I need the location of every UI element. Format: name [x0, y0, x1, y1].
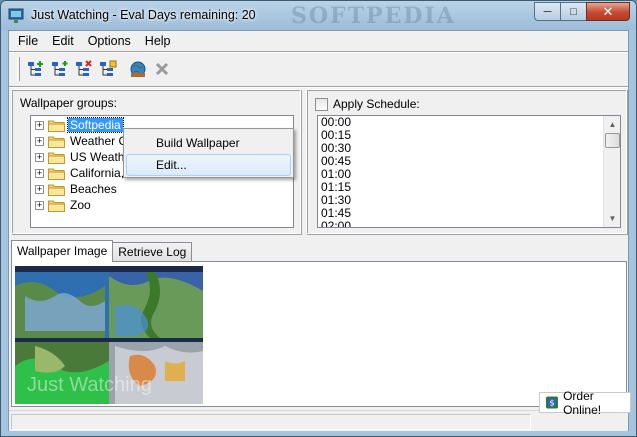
svg-text:$: $ [549, 398, 554, 408]
tree-item-beaches[interactable]: + Beaches [31, 181, 119, 197]
wallpaper-preview-image: Just Watching [15, 266, 203, 404]
retrieve-button[interactable] [126, 58, 149, 81]
tree-item-weather[interactable]: + Weather C [31, 133, 129, 149]
tree-item-label: Weather C [70, 134, 128, 148]
folder-icon [48, 168, 65, 180]
status-text [11, 414, 531, 430]
maximize-icon: □ [570, 5, 577, 18]
tab-wallpaper-image[interactable]: Wallpaper Image [11, 240, 114, 262]
menu-options[interactable]: Options [81, 31, 138, 51]
list-item[interactable]: 01:45 [318, 207, 620, 220]
folder-icon [48, 136, 65, 148]
tree-add-child-icon [51, 61, 67, 76]
list-item[interactable]: 00:45 [318, 155, 620, 168]
menu-help[interactable]: Help [138, 31, 178, 51]
toolbar [13, 53, 174, 85]
list-item[interactable]: 00:00 [318, 116, 620, 129]
tree-item-label: Zoo [70, 198, 91, 212]
tree-properties-icon [99, 60, 116, 76]
folder-icon [48, 120, 65, 132]
title-bar[interactable]: Just Watching - Eval Days remaining: 20 … [1, 1, 636, 30]
order-online-label: Order Online! [563, 388, 602, 417]
tree-add-icon [27, 61, 43, 76]
expand-plus-icon[interactable]: + [35, 136, 44, 146]
list-item[interactable]: 00:30 [318, 142, 620, 155]
apply-schedule-checkbox[interactable] [315, 97, 328, 111]
list-item[interactable]: 00:15 [318, 129, 620, 142]
properties-button[interactable] [96, 58, 119, 81]
menu-file[interactable]: File [11, 31, 45, 51]
minimize-icon: ─ [543, 5, 552, 18]
svg-text:Just Watching: Just Watching [27, 374, 152, 396]
order-online-button[interactable]: $ Order Online! [539, 389, 631, 417]
tree-item-zoo[interactable]: + Zoo [31, 197, 93, 213]
wallpaper-groups-label: Wallpaper groups: [20, 96, 117, 110]
list-item[interactable]: 01:15 [318, 181, 620, 194]
schedule-time-list[interactable]: 00:00 00:15 00:30 00:45 01:00 01:15 01:3… [317, 115, 621, 228]
weather-maps-collage: Just Watching [15, 266, 203, 404]
close-button[interactable]: ✕ [586, 2, 630, 21]
expand-plus-icon[interactable]: + [35, 200, 44, 210]
scroll-up-icon[interactable]: ▲ [604, 116, 620, 133]
apply-schedule-control[interactable]: Apply Schedule: [315, 97, 420, 111]
context-menu: Build Wallpaper Edit... [123, 128, 294, 178]
tab-strip: Wallpaper Image Retrieve Log [11, 240, 193, 262]
app-window: Just Watching - Eval Days remaining: 20 … [0, 0, 637, 437]
app-icon [8, 8, 24, 23]
maximize-button[interactable]: □ [560, 2, 586, 21]
close-icon: ✕ [602, 3, 614, 19]
tree-item-california[interactable]: + California, [31, 165, 126, 181]
tree-item-label: California, [70, 166, 125, 180]
add-item-button[interactable] [48, 58, 71, 81]
stop-x-icon [155, 62, 168, 76]
apply-schedule-label: Apply Schedule: [333, 97, 420, 111]
list-item[interactable]: 02:00 [318, 220, 620, 228]
dollar-icon: $ [546, 396, 559, 409]
folder-icon [48, 152, 65, 164]
tab-retrieve-log[interactable]: Retrieve Log [112, 242, 193, 262]
delete-item-button[interactable] [72, 58, 95, 81]
folder-icon [48, 200, 65, 212]
folder-icon [48, 184, 65, 196]
toolbar-grip[interactable] [17, 57, 20, 81]
tab-content: Just Watching [11, 261, 627, 407]
schedule-panel: Apply Schedule: 00:00 00:15 00:30 00:45 … [306, 89, 627, 234]
menu-edit-group[interactable]: Edit... [126, 154, 291, 176]
tree-item-softpedia[interactable]: + Softpedia [31, 117, 124, 133]
vertical-scrollbar[interactable]: ▲ ▼ [603, 116, 620, 227]
menu-build-wallpaper[interactable]: Build Wallpaper [126, 132, 291, 154]
scroll-thumb[interactable] [605, 133, 620, 148]
globe-icon [130, 61, 145, 77]
new-group-button[interactable] [24, 58, 47, 81]
softpedia-watermark: SOFTPEDIA [291, 3, 456, 29]
expand-plus-icon[interactable]: + [35, 120, 44, 130]
expand-plus-icon[interactable]: + [35, 184, 44, 194]
scroll-down-icon[interactable]: ▼ [604, 210, 620, 227]
window-title: Just Watching - Eval Days remaining: 20 [31, 8, 256, 22]
list-item[interactable]: 01:30 [318, 194, 620, 207]
expand-plus-icon[interactable]: + [35, 168, 44, 178]
tree-item-label: US Weath [70, 150, 125, 164]
tree-item-label: Softpedia [67, 117, 124, 133]
toolbar-separator [9, 86, 628, 88]
tree-item-us-weather[interactable]: + US Weath [31, 149, 126, 165]
minimize-button[interactable]: ─ [534, 2, 560, 21]
list-item[interactable]: 01:00 [318, 168, 620, 181]
status-bar [9, 410, 628, 431]
tree-item-label: Beaches [70, 182, 117, 196]
client-area: File Edit Options Help Wallpaper groups:… [8, 30, 631, 431]
menu-bar: File Edit Options Help [9, 31, 628, 51]
stop-button[interactable] [150, 58, 173, 81]
tree-delete-icon [75, 60, 92, 76]
menu-edit[interactable]: Edit [45, 31, 81, 51]
expand-plus-icon[interactable]: + [35, 152, 44, 162]
